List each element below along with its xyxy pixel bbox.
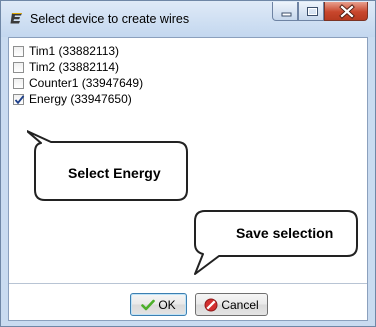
no-entry-icon <box>204 298 218 312</box>
divider <box>9 283 367 284</box>
ok-label: OK <box>158 297 176 312</box>
device-list: Tim1 (33882113) Tim2 (33882114) Counter1… <box>9 43 143 107</box>
device-label: Tim2 (33882114) <box>29 60 120 74</box>
cancel-button[interactable]: Cancel <box>195 293 268 316</box>
callout-select-energy: Select Energy <box>27 130 197 205</box>
device-checkbox[interactable] <box>13 45 24 57</box>
title-bar[interactable]: Select device to create wires <box>1 1 375 37</box>
device-label: Counter1 (33947649) <box>29 76 144 90</box>
device-checkbox-checked[interactable] <box>13 93 25 105</box>
callout-text: Save selection <box>236 225 334 241</box>
list-item[interactable]: Counter1 (33947649) <box>9 75 143 91</box>
list-item[interactable]: Tim1 (33882113) <box>9 43 143 59</box>
checkmark-icon <box>141 298 156 312</box>
close-icon <box>339 4 355 19</box>
list-item[interactable]: Energy (33947650) <box>9 91 143 107</box>
close-button[interactable] <box>324 2 368 21</box>
dialog-window: Select device to create wires Tim1 (3388… <box>0 0 376 327</box>
app-logo-icon <box>10 11 24 25</box>
checkmark-icon <box>14 94 25 104</box>
cancel-label: Cancel <box>221 297 259 312</box>
callout-save-selection: Save selection <box>189 208 364 278</box>
dialog-content: Tim1 (33882113) Tim2 (33882114) Counter1… <box>8 37 368 321</box>
device-checkbox[interactable] <box>13 61 24 73</box>
device-label: Energy (33947650) <box>29 92 132 106</box>
caption-buttons <box>272 2 368 21</box>
device-label: Tim1 (33882113) <box>29 44 120 58</box>
list-item[interactable]: Tim2 (33882114) <box>9 59 143 75</box>
maximize-icon <box>307 7 318 16</box>
minimize-button[interactable] <box>272 2 298 21</box>
window-title: Select device to create wires <box>30 12 190 26</box>
callout-text: Select Energy <box>68 165 161 181</box>
device-checkbox[interactable] <box>13 77 24 89</box>
maximize-button[interactable] <box>298 2 324 21</box>
minimize-icon <box>281 12 292 17</box>
ok-button[interactable]: OK <box>130 293 187 316</box>
